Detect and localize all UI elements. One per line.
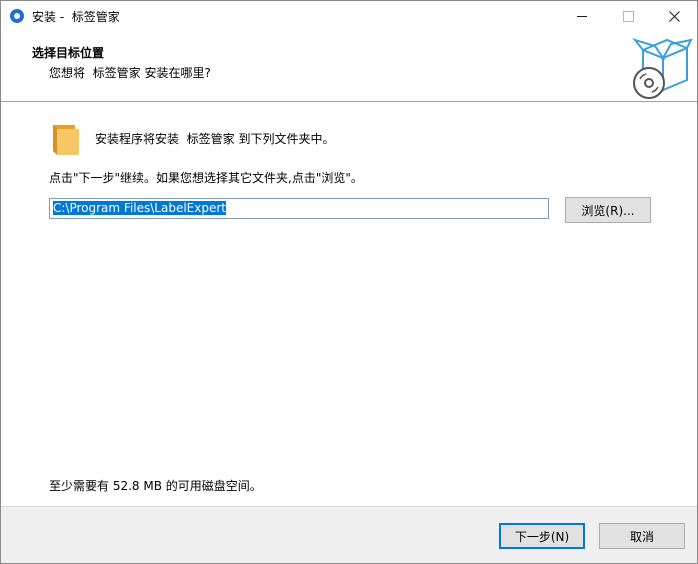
folder-icon bbox=[53, 125, 79, 155]
window-title: 安装 - 标签管家 bbox=[32, 10, 120, 24]
minimize-icon bbox=[577, 16, 587, 17]
cancel-button[interactable]: 取消 bbox=[599, 523, 685, 549]
minimize-button[interactable] bbox=[559, 1, 605, 32]
page-title: 选择目标位置 bbox=[32, 46, 105, 60]
next-hint-text: 点击"下一步"继续。如果您想选择其它文件夹,点击"浏览"。 bbox=[49, 171, 363, 185]
destination-path-value: C:\Program Files\LabelExpert bbox=[53, 201, 226, 215]
footer-bar bbox=[1, 506, 697, 563]
maximize-button[interactable] bbox=[605, 1, 651, 32]
disk-space-message: 至少需要有 52.8 MB 的可用磁盘空间。 bbox=[49, 479, 262, 493]
installer-window: 安装 - 标签管家 选择目标位置 您想将 标签管家 安装在哪里? 安装程序将安装… bbox=[0, 0, 698, 564]
title-bar[interactable]: 安装 - 标签管家 bbox=[1, 1, 697, 32]
install-location-message: 安装程序将安装 标签管家 到下列文件夹中。 bbox=[95, 132, 335, 146]
next-button[interactable]: 下一步(N) bbox=[499, 523, 585, 549]
page-subtitle: 您想将 标签管家 安装在哪里? bbox=[49, 66, 211, 80]
close-button[interactable] bbox=[651, 1, 697, 32]
app-icon bbox=[10, 9, 24, 23]
maximize-icon bbox=[622, 11, 634, 22]
installer-box-disc-icon bbox=[632, 38, 693, 99]
destination-path-input[interactable]: C:\Program Files\LabelExpert bbox=[49, 198, 549, 219]
page-header: 选择目标位置 您想将 标签管家 安装在哪里? bbox=[1, 32, 697, 101]
close-icon bbox=[668, 11, 680, 22]
browse-button[interactable]: 浏览(R)... bbox=[565, 197, 651, 223]
header-divider bbox=[1, 101, 697, 102]
